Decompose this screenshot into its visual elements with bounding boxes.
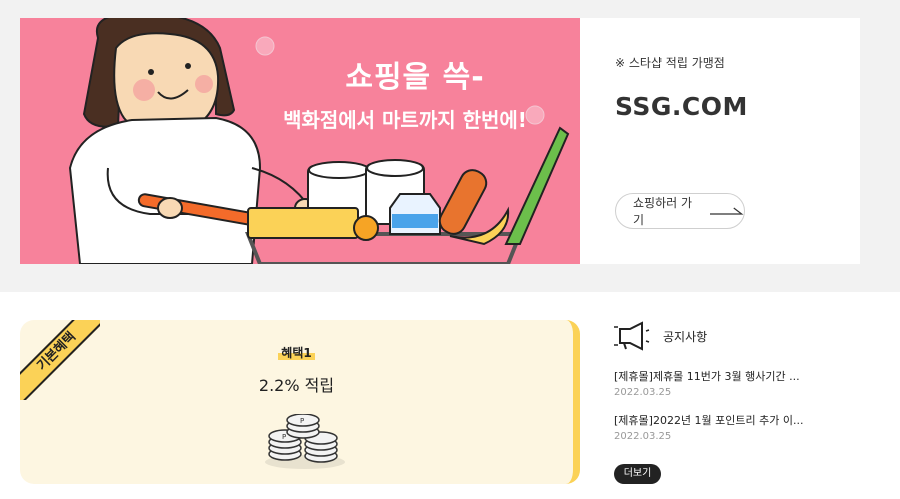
top-section: 쇼핑을 쓱- 백화점에서 마트까지 한번에! ※ 스타샵 적립 가맹점 SSG.… xyxy=(0,0,900,292)
benefit-value: 2.2% 적립 xyxy=(258,376,335,395)
svg-text:P: P xyxy=(282,433,286,441)
notice-title: 공지사항 xyxy=(663,329,708,344)
promo-banner[interactable]: 쇼핑을 쓱- 백화점에서 마트까지 한번에! xyxy=(20,18,580,264)
bottom-section: 기본혜택 혜택1 2.2% 적립 P P 공지사항 [제휴몰]제휴몰 11번가 … xyxy=(0,292,900,499)
go-shopping-label: 쇼핑하러 가기 xyxy=(633,196,693,227)
notice-item-date: 2022.03.25 xyxy=(614,431,672,442)
store-info-card: ※ 스타샵 적립 가맹점 SSG.COM 쇼핑하러 가기 xyxy=(580,18,860,264)
benefit-tag-label: 혜택1 xyxy=(278,346,315,360)
notice-item-date: 2022.03.25 xyxy=(614,387,672,398)
notice-header: 공지사항 xyxy=(614,312,884,360)
benefit-tag: 혜택1 xyxy=(20,342,573,361)
banner-title: 쇼핑을 쓱- xyxy=(345,60,485,95)
notice-item[interactable]: [제휴몰]2022년 1월 포인트리 추가 이... 2022.03.25 xyxy=(614,412,884,442)
go-shopping-button[interactable]: 쇼핑하러 가기 xyxy=(615,193,745,229)
coins-icon: P P xyxy=(265,414,345,469)
banner-subtitle: 백화점에서 마트까지 한번에! xyxy=(283,108,527,132)
store-note: ※ 스타샵 적립 가맹점 xyxy=(615,56,725,70)
notice-item[interactable]: [제휴몰]제휴몰 11번가 3월 행사기간 ... 2022.03.25 xyxy=(614,368,884,398)
arrow-right-icon xyxy=(710,207,744,215)
more-button[interactable]: 더보기 xyxy=(614,464,661,484)
benefit-card: 기본혜택 혜택1 2.2% 적립 P P xyxy=(20,320,580,484)
store-brand-name: SSG.COM xyxy=(615,92,748,121)
notice-item-title[interactable]: [제휴몰]제휴몰 11번가 3월 행사기간 ... xyxy=(614,368,884,384)
svg-text:P: P xyxy=(300,417,304,425)
notice-panel: 공지사항 [제휴몰]제휴몰 11번가 3월 행사기간 ... 2022.03.2… xyxy=(614,312,884,484)
megaphone-icon xyxy=(614,321,650,351)
notice-item-title[interactable]: [제휴몰]2022년 1월 포인트리 추가 이... xyxy=(614,412,884,428)
